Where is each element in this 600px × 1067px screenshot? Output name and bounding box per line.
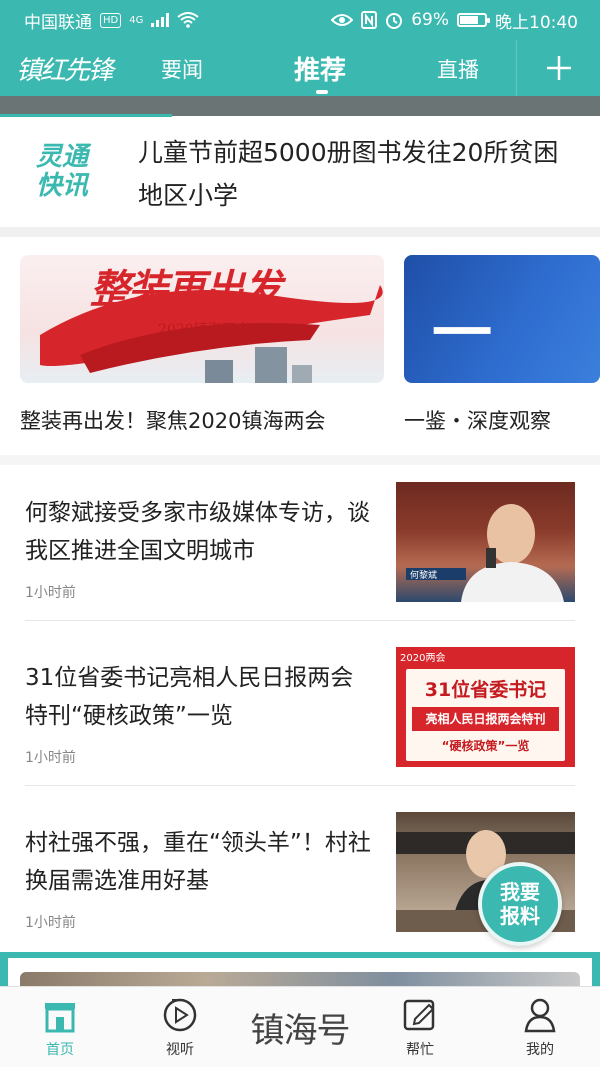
carousel-card[interactable]: 整装再出发 2020镇海两会 整装再出发！聚焦2020镇海两会	[20, 255, 384, 433]
news-time: 1小时前	[25, 585, 76, 601]
clock: 晚上10:40	[495, 12, 578, 33]
plus-icon	[546, 56, 571, 80]
news-item[interactable]: 何黎斌接受多家市级媒体专访，谈我区推进全国文明城市 1小时前 何黎斌	[0, 482, 600, 647]
network-label: 4G	[129, 14, 144, 26]
thumbnail-caption: 何黎斌	[410, 571, 438, 581]
tab-recommend[interactable]: 推荐	[294, 50, 346, 87]
tab-profile-label: 我的	[526, 1042, 554, 1058]
news-time: 1小时前	[25, 750, 76, 766]
tab-home[interactable]: 首页	[0, 987, 120, 1067]
play-icon	[162, 995, 198, 1035]
home-icon	[41, 995, 79, 1035]
eye-icon	[331, 14, 354, 26]
news-time: 1小时前	[25, 915, 76, 931]
feature-carousel[interactable]: 整装再出发 2020镇海两会 整装再出发！聚焦2020镇海两会 一 鉴 一鉴・深…	[0, 237, 600, 455]
banner-title: 一 鉴	[432, 285, 600, 383]
report-button-line1: 我要	[500, 880, 540, 904]
carousel-card[interactable]: 一 鉴 一鉴・深度观察	[404, 255, 600, 433]
status-left: 中国联通 HD 4G	[24, 8, 199, 33]
flash-logo-line2: 快讯	[36, 171, 89, 201]
tab-help[interactable]: 帮忙	[360, 987, 480, 1067]
news-thumbnail[interactable]: 何黎斌	[396, 482, 575, 602]
app-logo: 镇红先锋	[16, 56, 114, 86]
thumbnail-line1: 31位省委书记	[424, 679, 547, 701]
active-tab-indicator	[316, 90, 328, 94]
battery-fill	[460, 16, 478, 24]
carousel-image[interactable]: 一 鉴	[404, 255, 600, 383]
tab-help-label: 帮忙	[406, 1042, 434, 1058]
section-divider	[0, 227, 600, 237]
wifi-icon	[177, 12, 199, 28]
list-divider	[25, 785, 575, 786]
user-icon	[522, 995, 558, 1035]
next-card-image	[20, 972, 580, 986]
flash-logo-line1: 灵通	[36, 142, 89, 172]
hd-badge: HD	[100, 12, 122, 28]
carrier-label: 中国联通	[24, 12, 92, 33]
list-divider	[25, 620, 575, 621]
flash-logo: 灵通 快讯	[36, 143, 88, 201]
edit-icon	[402, 995, 438, 1035]
nfc-icon	[361, 11, 378, 29]
news-thumbnail[interactable]: 2020两会 31位省委书记 亮相人民日报两会特刊 “硬核政策”一览	[396, 647, 575, 767]
top-nav: 镇红先锋 要闻 推荐 直播	[0, 40, 600, 96]
flash-news[interactable]: 灵通 快讯 儿童节前超5000册图书发往20所贫困地区小学	[0, 117, 600, 227]
flash-headline[interactable]: 儿童节前超5000册图书发往20所贫困地区小学	[138, 131, 583, 217]
headline-ticker[interactable]	[0, 96, 600, 116]
thumbnail-line2: 亮相人民日报两会特刊	[412, 707, 559, 731]
status-right: 69% 晚上10:40	[331, 8, 578, 33]
next-card-preview[interactable]	[0, 952, 600, 986]
news-item[interactable]: 31位省委书记亮相人民日报两会特刊“硬核政策”一览 1小时前 2020两会 31…	[0, 647, 600, 812]
add-channel-button[interactable]	[516, 40, 600, 96]
thumbnail-tag: 2020两会	[400, 653, 446, 664]
banner-title-text: 一 鉴	[432, 299, 512, 369]
carousel-title[interactable]: 整装再出发！聚焦2020镇海两会	[20, 405, 325, 435]
carousel-image[interactable]: 整装再出发 2020镇海两会	[20, 255, 384, 383]
report-button-line2: 报料	[500, 904, 540, 928]
news-title[interactable]: 村社强不强，重在“领头羊”！村社换届需选准用好基	[25, 824, 375, 900]
thumbnail-art	[406, 504, 564, 602]
center-brand-button[interactable]: 镇海号	[240, 987, 360, 1067]
status-bar: 中国联通 HD 4G 69% 晚上10:40	[0, 0, 600, 40]
banner-subtitle: 2020镇海两会	[158, 322, 250, 338]
news-title[interactable]: 31位省委书记亮相人民日报两会特刊“硬核政策”一览	[25, 659, 375, 735]
battery-percent: 69%	[411, 10, 449, 30]
tab-profile[interactable]: 我的	[480, 987, 600, 1067]
battery-icon	[457, 13, 490, 27]
news-title[interactable]: 何黎斌接受多家市级媒体专访，谈我区推进全国文明城市	[25, 494, 375, 570]
signal-icon	[151, 13, 170, 27]
banner-title: 整装再出发	[90, 267, 282, 313]
alarm-icon	[386, 13, 403, 29]
thumbnail-card: 31位省委书记 亮相人民日报两会特刊 “硬核政策”一览	[406, 669, 565, 761]
bottom-tab-bar: 首页 视听 镇海号 帮忙 我的	[0, 986, 600, 1067]
tab-live[interactable]: 直播	[437, 54, 479, 84]
tab-video[interactable]: 视听	[120, 987, 240, 1067]
report-button[interactable]: 我要 报料	[478, 862, 562, 946]
tab-home-label: 首页	[46, 1042, 74, 1058]
carousel-title[interactable]: 一鉴・深度观察	[404, 405, 551, 435]
tab-video-label: 视听	[166, 1042, 194, 1058]
section-divider	[0, 455, 600, 465]
tab-news[interactable]: 要闻	[161, 54, 203, 84]
thumbnail-line3: “硬核政策”一览	[441, 739, 530, 753]
